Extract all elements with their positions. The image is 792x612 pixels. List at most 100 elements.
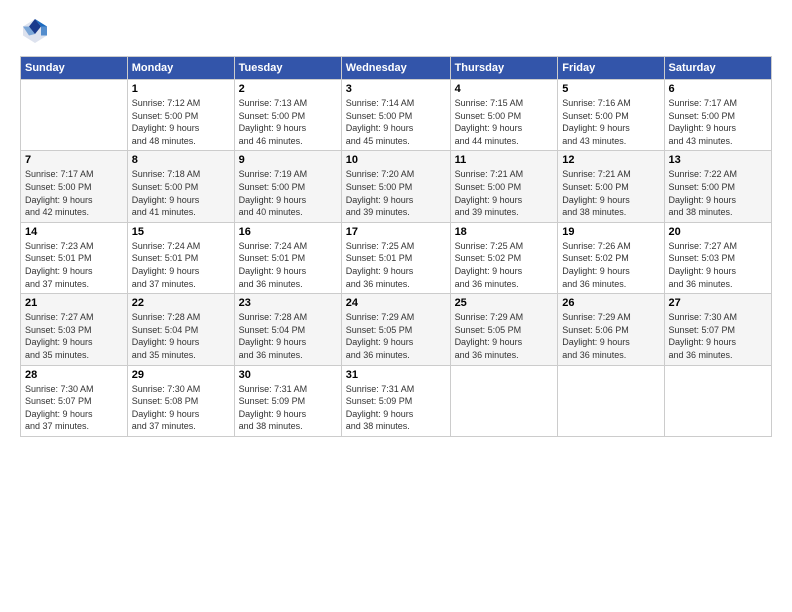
day-number: 28 <box>25 369 123 381</box>
day-info: Sunrise: 7:23 AMSunset: 5:01 PMDaylight:… <box>25 240 123 290</box>
col-header-monday: Monday <box>127 57 234 80</box>
day-info: Sunrise: 7:21 AMSunset: 5:00 PMDaylight:… <box>562 168 659 218</box>
calendar-cell: 8Sunrise: 7:18 AMSunset: 5:00 PMDaylight… <box>127 151 234 222</box>
calendar-cell: 19 Sunrise: 7:26 AMSunset: 5:02 PMDayligh… <box>558 222 664 293</box>
calendar-cell: 2 Sunrise: 7:13 AMSunset: 5:00 PMDaylight… <box>234 80 341 151</box>
day-info: Sunrise: 7:29 AMSunset: 5:05 PMDaylight:… <box>346 311 446 361</box>
day-info: Sunrise: 7:24 AMSunset: 5:01 PMDaylight:… <box>239 240 337 290</box>
day-info: Sunrise: 7:28 AMSunset: 5:04 PMDaylight:… <box>239 311 337 361</box>
day-info: Sunrise: 7:25 AMSunset: 5:01 PMDaylight:… <box>346 240 446 290</box>
calendar-cell: 5Sunrise: 7:16 AMSunset: 5:00 PMDaylight… <box>558 80 664 151</box>
day-info: Sunrise: 7:13 AMSunset: 5:00 PMDaylight:… <box>239 97 337 147</box>
day-number: 19 <box>562 226 659 238</box>
day-info: Sunrise: 7:17 AMSunset: 5:00 PMDaylight:… <box>25 168 123 218</box>
logo <box>20 16 54 46</box>
day-info: Sunrise: 7:31 AMSunset: 5:09 PMDaylight:… <box>346 383 446 433</box>
header <box>20 16 772 46</box>
calendar-cell: 18 Sunrise: 7:25 AMSunset: 5:02 PMDayligh… <box>450 222 558 293</box>
day-number: 5 <box>562 83 659 95</box>
calendar-cell <box>450 365 558 436</box>
day-number: 12 <box>562 154 659 166</box>
calendar-cell: 31 Sunrise: 7:31 AMSunset: 5:09 PMDayligh… <box>341 365 450 436</box>
day-number: 14 <box>25 226 123 238</box>
logo-icon <box>20 16 50 46</box>
day-number: 11 <box>455 154 554 166</box>
day-number: 26 <box>562 297 659 309</box>
day-info: Sunrise: 7:27 AMSunset: 5:03 PMDaylight:… <box>25 311 123 361</box>
col-header-thursday: Thursday <box>450 57 558 80</box>
day-info: Sunrise: 7:31 AMSunset: 5:09 PMDaylight:… <box>239 383 337 433</box>
calendar-cell: 6 Sunrise: 7:17 AMSunset: 5:00 PMDaylight… <box>664 80 771 151</box>
calendar-cell <box>21 80 128 151</box>
day-info: Sunrise: 7:28 AMSunset: 5:04 PMDaylight:… <box>132 311 230 361</box>
day-info: Sunrise: 7:30 AMSunset: 5:07 PMDaylight:… <box>669 311 767 361</box>
col-header-wednesday: Wednesday <box>341 57 450 80</box>
day-number: 4 <box>455 83 554 95</box>
calendar-cell: 14 Sunrise: 7:23 AMSunset: 5:01 PMDayligh… <box>21 222 128 293</box>
day-number: 6 <box>669 83 767 95</box>
day-number: 10 <box>346 154 446 166</box>
calendar-cell: 4 Sunrise: 7:15 AMSunset: 5:00 PMDaylight… <box>450 80 558 151</box>
day-info: Sunrise: 7:21 AMSunset: 5:00 PMDaylight:… <box>455 168 554 218</box>
day-info: Sunrise: 7:26 AMSunset: 5:02 PMDaylight:… <box>562 240 659 290</box>
calendar-cell: 26Sunrise: 7:29 AMSunset: 5:06 PMDayligh… <box>558 294 664 365</box>
day-info: Sunrise: 7:30 AMSunset: 5:08 PMDaylight:… <box>132 383 230 433</box>
day-info: Sunrise: 7:15 AMSunset: 5:00 PMDaylight:… <box>455 97 554 147</box>
calendar-header-row: SundayMondayTuesdayWednesdayThursdayFrid… <box>21 57 772 80</box>
calendar-table: SundayMondayTuesdayWednesdayThursdayFrid… <box>20 56 772 437</box>
calendar-cell: 21 Sunrise: 7:27 AMSunset: 5:03 PMDayligh… <box>21 294 128 365</box>
page: SundayMondayTuesdayWednesdayThursdayFrid… <box>0 0 792 612</box>
calendar-cell: 13 Sunrise: 7:22 AMSunset: 5:00 PMDayligh… <box>664 151 771 222</box>
calendar-cell: 25Sunrise: 7:29 AMSunset: 5:05 PMDayligh… <box>450 294 558 365</box>
day-number: 1 <box>132 83 230 95</box>
calendar-cell: 20 Sunrise: 7:27 AMSunset: 5:03 PMDayligh… <box>664 222 771 293</box>
day-number: 9 <box>239 154 337 166</box>
calendar-cell: 9 Sunrise: 7:19 AMSunset: 5:00 PMDaylight… <box>234 151 341 222</box>
calendar-cell: 1 Sunrise: 7:12 AMSunset: 5:00 PMDaylight… <box>127 80 234 151</box>
calendar-week-1: 1 Sunrise: 7:12 AMSunset: 5:00 PMDaylight… <box>21 80 772 151</box>
calendar-cell: 3 Sunrise: 7:14 AMSunset: 5:00 PMDaylight… <box>341 80 450 151</box>
day-info: Sunrise: 7:14 AMSunset: 5:00 PMDaylight:… <box>346 97 446 147</box>
day-number: 30 <box>239 369 337 381</box>
calendar-cell: 17 Sunrise: 7:25 AMSunset: 5:01 PMDayligh… <box>341 222 450 293</box>
day-info: Sunrise: 7:12 AMSunset: 5:00 PMDaylight:… <box>132 97 230 147</box>
day-info: Sunrise: 7:17 AMSunset: 5:00 PMDaylight:… <box>669 97 767 147</box>
day-number: 3 <box>346 83 446 95</box>
calendar-cell: 11 Sunrise: 7:21 AMSunset: 5:00 PMDayligh… <box>450 151 558 222</box>
day-number: 15 <box>132 226 230 238</box>
day-number: 23 <box>239 297 337 309</box>
day-info: Sunrise: 7:24 AMSunset: 5:01 PMDaylight:… <box>132 240 230 290</box>
day-number: 17 <box>346 226 446 238</box>
day-number: 20 <box>669 226 767 238</box>
col-header-friday: Friday <box>558 57 664 80</box>
day-number: 7 <box>25 154 123 166</box>
calendar-cell: 30 Sunrise: 7:31 AMSunset: 5:09 PMDayligh… <box>234 365 341 436</box>
col-header-sunday: Sunday <box>21 57 128 80</box>
calendar-cell: 7 Sunrise: 7:17 AMSunset: 5:00 PMDaylight… <box>21 151 128 222</box>
day-info: Sunrise: 7:25 AMSunset: 5:02 PMDaylight:… <box>455 240 554 290</box>
day-number: 27 <box>669 297 767 309</box>
day-info: Sunrise: 7:20 AMSunset: 5:00 PMDaylight:… <box>346 168 446 218</box>
calendar-cell: 10 Sunrise: 7:20 AMSunset: 5:00 PMDayligh… <box>341 151 450 222</box>
calendar-cell: 16 Sunrise: 7:24 AMSunset: 5:01 PMDayligh… <box>234 222 341 293</box>
calendar-cell <box>558 365 664 436</box>
day-info: Sunrise: 7:18 AMSunset: 5:00 PMDaylight:… <box>132 168 230 218</box>
calendar-cell: 15 Sunrise: 7:24 AMSunset: 5:01 PMDayligh… <box>127 222 234 293</box>
day-info: Sunrise: 7:22 AMSunset: 5:00 PMDaylight:… <box>669 168 767 218</box>
day-number: 25 <box>455 297 554 309</box>
calendar-cell: 27 Sunrise: 7:30 AMSunset: 5:07 PMDayligh… <box>664 294 771 365</box>
day-number: 31 <box>346 369 446 381</box>
calendar-week-4: 21 Sunrise: 7:27 AMSunset: 5:03 PMDayligh… <box>21 294 772 365</box>
calendar-cell: 24Sunrise: 7:29 AMSunset: 5:05 PMDayligh… <box>341 294 450 365</box>
calendar-cell: 28Sunrise: 7:30 AMSunset: 5:07 PMDayligh… <box>21 365 128 436</box>
day-info: Sunrise: 7:19 AMSunset: 5:00 PMDaylight:… <box>239 168 337 218</box>
day-info: Sunrise: 7:27 AMSunset: 5:03 PMDaylight:… <box>669 240 767 290</box>
calendar-week-5: 28Sunrise: 7:30 AMSunset: 5:07 PMDayligh… <box>21 365 772 436</box>
col-header-tuesday: Tuesday <box>234 57 341 80</box>
day-number: 21 <box>25 297 123 309</box>
day-number: 13 <box>669 154 767 166</box>
day-number: 16 <box>239 226 337 238</box>
day-number: 2 <box>239 83 337 95</box>
col-header-saturday: Saturday <box>664 57 771 80</box>
day-number: 18 <box>455 226 554 238</box>
